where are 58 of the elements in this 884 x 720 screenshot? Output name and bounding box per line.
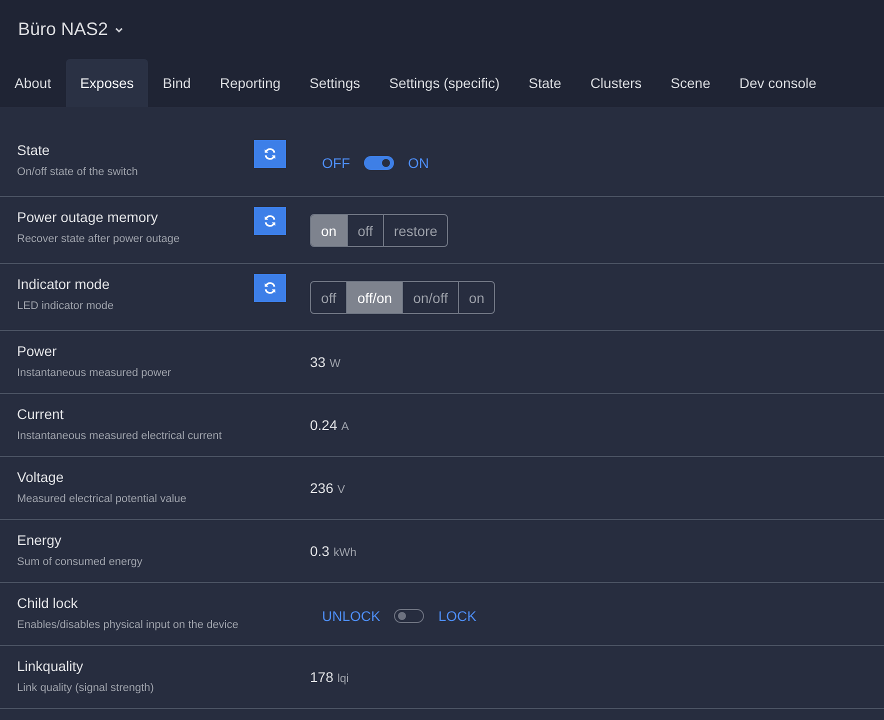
refresh-button[interactable]	[254, 140, 286, 168]
unit-text: A	[341, 421, 349, 433]
expose-description: LED indicator mode	[17, 300, 115, 312]
expose-description: Link quality (signal strength)	[17, 682, 155, 694]
tab[interactable]: State	[514, 59, 576, 107]
expose-name: Energy	[17, 531, 62, 548]
unit-text: lqi	[337, 673, 349, 685]
option-button[interactable]: off	[346, 215, 383, 246]
off-label[interactable]: OFF	[322, 155, 350, 171]
option-button[interactable]: off	[311, 282, 346, 313]
tab[interactable]: About	[0, 59, 66, 107]
expose-description: On/off state of the switch	[17, 166, 139, 178]
expose-description: Recover state after power outage	[17, 233, 181, 245]
on-label[interactable]: LOCK	[438, 608, 476, 624]
option-button[interactable]: off/on	[346, 282, 402, 313]
expose-name: Current	[17, 405, 65, 422]
expose-name: Power	[17, 342, 58, 359]
refresh-icon	[263, 147, 277, 161]
tab[interactable]: Bind	[148, 59, 206, 107]
expose-description: Enables/disables physical input on the device	[17, 619, 240, 631]
tab[interactable]: Clusters	[576, 59, 656, 107]
value-text: 236	[310, 480, 334, 496]
unit-text: W	[330, 358, 340, 370]
refresh-button[interactable]	[254, 207, 286, 235]
expose-name: Indicator mode	[17, 275, 111, 292]
tab[interactable]: Settings (specific)	[374, 59, 514, 107]
device-title[interactable]: Büro NAS2	[18, 19, 108, 40]
expose-description: Sum of consumed energy	[17, 556, 144, 568]
expose-description: Instantaneous measured electrical current	[17, 430, 223, 442]
on-label[interactable]: ON	[408, 155, 429, 171]
refresh-button[interactable]	[254, 274, 286, 302]
tab[interactable]: Dev console	[724, 59, 831, 107]
expose-name: Linkquality	[17, 657, 84, 674]
expose-name: Child lock	[17, 594, 79, 611]
refresh-icon	[263, 214, 277, 228]
tab[interactable]: Scene	[656, 59, 725, 107]
unit-text: V	[337, 484, 346, 496]
off-label[interactable]: UNLOCK	[322, 608, 380, 624]
expose-name: Voltage	[17, 468, 65, 485]
unit-text: kWh	[333, 547, 356, 559]
option-button[interactable]: on/off	[402, 282, 458, 313]
expose-name: State	[17, 141, 51, 158]
expose-description: Measured electrical potential value	[17, 493, 188, 505]
option-button[interactable]: on	[311, 215, 347, 246]
option-button[interactable]: restore	[382, 215, 448, 246]
tab[interactable]: Exposes	[66, 59, 148, 107]
value-text: 0.24	[310, 417, 338, 433]
toggle-switch[interactable]	[364, 156, 394, 170]
value-text: 0.3	[310, 543, 330, 559]
option-button[interactable]: on	[458, 282, 494, 313]
value-text: 178	[310, 669, 334, 685]
toggle-switch[interactable]	[394, 609, 424, 623]
tab[interactable]: Reporting	[205, 59, 296, 107]
tab[interactable]: Settings	[295, 59, 375, 107]
refresh-icon	[263, 281, 277, 295]
value-text: 33	[310, 354, 326, 370]
expose-name: Power outage memory	[17, 208, 159, 225]
expose-description: Instantaneous measured power	[17, 367, 172, 379]
